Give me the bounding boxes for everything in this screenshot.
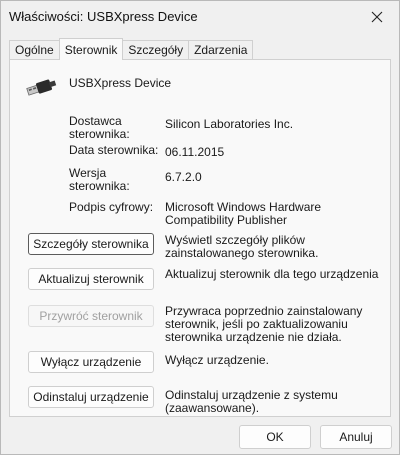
ok-button[interactable]: OK — [239, 425, 311, 449]
digital-signature-value: Microsoft Windows Hardware Compatibility… — [165, 200, 322, 227]
update-driver-button[interactable]: Aktualizuj sterownik — [28, 268, 154, 290]
tab-driver[interactable]: Sterownik — [58, 38, 124, 60]
driver-version-label: Wersja sterownika: — [69, 166, 130, 193]
tab-details[interactable]: Szczegóły — [122, 40, 190, 60]
disable-device-button[interactable]: Wyłącz urządzenie — [28, 351, 154, 373]
digital-signature-label: Podpis cyfrowy: — [69, 200, 154, 214]
title-bar: Właściwości: USBXpress Device — [1, 1, 399, 33]
usb-connector-icon — [26, 79, 57, 96]
driver-details-button[interactable]: Szczegóły sterownika — [28, 233, 154, 255]
driver-panel: USBXpress Device Dostawca sterownika: Si… — [9, 59, 391, 417]
close-icon — [371, 11, 383, 23]
uninstall-device-description: Odinstaluj urządzenie z systemu (zaawans… — [165, 388, 338, 415]
cancel-button[interactable]: Anuluj — [320, 425, 392, 449]
update-driver-description: Aktualizuj sterownik dla tego urządzenia — [165, 267, 379, 281]
driver-provider-label: Dostawca sterownika: — [69, 114, 130, 141]
rollback-driver-button[interactable]: Przywróć sterownik — [28, 305, 154, 327]
tab-events[interactable]: Zdarzenia — [188, 40, 254, 60]
driver-version-value: 6.7.2.0 — [165, 170, 202, 184]
tab-strip: Ogólne Sterownik Szczegóły Zdarzenia — [9, 38, 254, 60]
driver-date-label: Data sterownika: — [69, 143, 159, 157]
close-button[interactable] — [355, 1, 399, 33]
properties-dialog: Właściwości: USBXpress Device Ogólne Ste… — [0, 0, 400, 455]
tab-general[interactable]: Ogólne — [9, 40, 60, 60]
window-title: Właściwości: USBXpress Device — [9, 9, 198, 24]
rollback-driver-description: Przywraca poprzednio zainstalowany stero… — [165, 304, 363, 344]
driver-details-description: Wyświetl szczegóły plików zainstalowaneg… — [165, 233, 319, 260]
uninstall-device-button[interactable]: Odinstaluj urządzenie — [28, 386, 154, 408]
driver-provider-value: Silicon Laboratories Inc. — [165, 117, 294, 131]
driver-date-value: 06.11.2015 — [165, 145, 225, 159]
disable-device-description: Wyłącz urządzenie. — [165, 353, 269, 367]
device-name: USBXpress Device — [69, 76, 172, 90]
